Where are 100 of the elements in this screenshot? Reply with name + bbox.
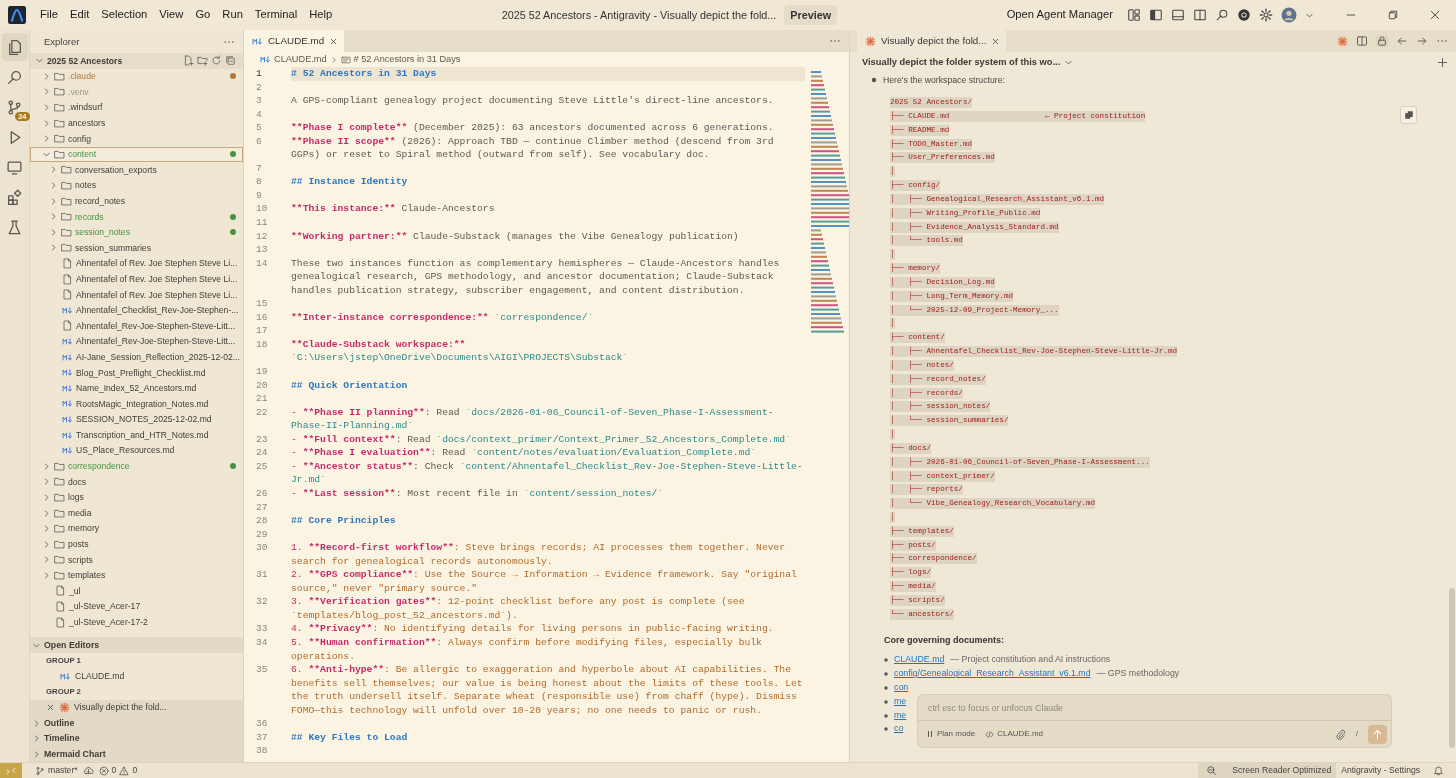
tree-item[interactable]: templates xyxy=(30,567,243,584)
close-icon[interactable] xyxy=(46,702,55,712)
tree-item[interactable]: media xyxy=(30,505,243,521)
menu-item[interactable]: Selection xyxy=(95,5,154,25)
settings-icon[interactable] xyxy=(1259,8,1273,22)
tree-item[interactable]: scripts xyxy=(30,552,243,568)
tree-item[interactable]: US_Place_Resources.md xyxy=(30,442,243,459)
tree-item[interactable]: Transcription_and_HTR_Notes.md xyxy=(30,427,243,443)
breadcrumb-item[interactable]: # 52 Ancestors in 31 Days xyxy=(353,54,461,65)
menu-item[interactable]: View xyxy=(153,5,190,25)
tree-item[interactable]: Ahnentafel_Checklist_Rev-Joe-Stephen-... xyxy=(30,302,243,319)
branch-icon[interactable] xyxy=(6,98,23,116)
collapse-icon[interactable] xyxy=(225,55,236,67)
tree-item[interactable]: Blog_Post_Preflight_Checklist.md xyxy=(30,364,243,381)
section-header[interactable]: Outline xyxy=(30,715,243,731)
new-file-icon[interactable] xyxy=(183,55,194,67)
agent-tab[interactable]: Visually depict the fold... xyxy=(857,30,1007,52)
document-link[interactable]: me xyxy=(894,708,907,723)
paperclip-icon[interactable] xyxy=(1334,728,1346,740)
menu-item[interactable]: Terminal xyxy=(248,5,304,25)
tree-item[interactable]: Ahnentafel of Rev. Joe Stephen Steve Li... xyxy=(30,271,243,287)
search-icon[interactable] xyxy=(1215,8,1229,22)
document-link[interactable]: CLAUDE.md xyxy=(894,653,945,668)
tree-item[interactable]: posts xyxy=(30,536,243,552)
menu-item[interactable]: Run xyxy=(216,5,249,25)
menu-item[interactable]: Go xyxy=(189,5,217,25)
tree-item[interactable]: record_notes xyxy=(30,193,243,209)
problems-status[interactable]: 0 0 xyxy=(93,762,143,778)
flask-icon[interactable] xyxy=(6,218,23,236)
status-item[interactable]: Antigravity - Settings xyxy=(1336,762,1425,778)
sidebar-toggle-icon[interactable] xyxy=(1149,8,1163,22)
files-icon[interactable] xyxy=(6,38,23,56)
split-view-icon[interactable] xyxy=(1193,8,1207,22)
arrow-left-icon[interactable] xyxy=(1396,35,1408,47)
tree-item[interactable]: session_summaries xyxy=(30,240,243,256)
extensions-icon[interactable] xyxy=(6,188,23,206)
tree-item[interactable]: .windsurf xyxy=(30,99,243,116)
section-header[interactable]: Mermaid Chart xyxy=(30,746,243,762)
prompt-field[interactable]: ctrl esc to focus or unfocus Claude xyxy=(917,694,1392,721)
browser-icon[interactable] xyxy=(1237,8,1251,22)
tree-item[interactable]: config xyxy=(30,130,243,147)
close-button[interactable] xyxy=(1429,9,1441,21)
tree-item[interactable]: docs xyxy=(30,474,243,490)
tree-item[interactable]: AI-Jane_Session_Reflection_2025-12-02... xyxy=(30,349,243,365)
bell-icon[interactable] xyxy=(1433,765,1444,776)
tree-item[interactable]: notes xyxy=(30,177,243,194)
scrollbar-thumb[interactable] xyxy=(1449,588,1455,749)
document-link[interactable]: co xyxy=(894,722,904,737)
mode-button[interactable]: Plan mode xyxy=(926,729,976,739)
tree-item[interactable]: Name_Index_52_Ancestors.md xyxy=(30,380,243,397)
avatar-icon[interactable] xyxy=(1281,7,1297,23)
conversation-title[interactable]: Visually depict the folder system of this wo... xyxy=(862,57,1061,69)
document-link[interactable]: me xyxy=(894,694,907,709)
tree-item[interactable]: Ahnentafel_Rev-Joe-Stephen-Steve-Litt... xyxy=(30,333,243,350)
document-link[interactable]: config/Genealogical_Research_Assistant_v6.1.md xyxy=(894,667,1091,681)
menu-item[interactable]: Help xyxy=(303,5,339,25)
sync-icon[interactable] xyxy=(82,765,94,776)
arrow-right-icon[interactable] xyxy=(1416,35,1428,47)
tree-item[interactable]: _ul xyxy=(30,583,243,599)
copy-button[interactable] xyxy=(1400,106,1417,125)
tree-item[interactable]: Ahnentafel_Rev-Joe-Stephen-Steve-Litt... xyxy=(30,318,243,334)
lock-icon[interactable] xyxy=(1376,35,1388,47)
tree-item[interactable]: _ul-Steve_Acer-17-2 xyxy=(30,614,243,630)
status-item[interactable]: Screen Reader Optimized xyxy=(1198,762,1337,778)
asterisk-icon[interactable] xyxy=(1337,35,1348,47)
refresh-icon[interactable] xyxy=(211,55,222,67)
tree-item[interactable]: Ahnentafel of Rev. Joe Stephen Steve Li... xyxy=(30,286,243,303)
menu-item[interactable]: File xyxy=(34,5,65,25)
restore-button[interactable] xyxy=(1387,9,1399,21)
close-icon[interactable] xyxy=(329,36,339,46)
new-folder-icon[interactable] xyxy=(197,55,208,67)
panel-toggle-icon[interactable] xyxy=(1171,8,1185,22)
section-header[interactable]: Open Editors xyxy=(30,637,243,653)
agent-manager-link[interactable]: Open Agent Manager xyxy=(1000,5,1119,25)
search-icon[interactable] xyxy=(6,68,23,86)
preview-button[interactable]: Preview xyxy=(784,4,838,26)
tree-item[interactable]: logs xyxy=(30,489,243,506)
tree-item[interactable]: RootsMagic_Integration_Notes.md xyxy=(30,396,243,412)
open-editor-item[interactable]: CLAUDE.md xyxy=(30,668,243,685)
line-number: 9 xyxy=(255,188,263,203)
tree-item[interactable]: conversation_exports xyxy=(30,162,243,178)
document-link[interactable]: con xyxy=(894,681,909,695)
tree-item[interactable]: _ul-Steve_Acer-17 xyxy=(30,598,243,615)
split-editor-icon[interactable] xyxy=(1356,35,1368,47)
markdown-icon xyxy=(62,382,73,394)
menu-item[interactable]: Edit xyxy=(64,5,96,25)
close-icon[interactable] xyxy=(991,36,1001,46)
tree-item[interactable]: Ahnentafel of Rev. Joe Stephen Steve Li... xyxy=(30,255,243,272)
slash-command-button[interactable]: / xyxy=(1355,729,1358,739)
layout-icon[interactable] xyxy=(1127,8,1141,22)
tree-item[interactable]: SESSION_NOTES_2025-12-02.md xyxy=(30,411,243,428)
branch-status[interactable]: master* xyxy=(30,762,83,778)
breadcrumb-item[interactable]: CLAUDE.md xyxy=(274,54,327,65)
tree-root[interactable]: 2025 52 Ancestors xyxy=(30,53,243,69)
tree-item[interactable]: memory xyxy=(30,520,243,537)
context-file-button[interactable]: CLAUDE.md xyxy=(985,729,1044,739)
plus-icon[interactable] xyxy=(1437,57,1448,69)
tree-item[interactable]: ancestors xyxy=(30,115,243,131)
editor-tab[interactable]: CLAUDE.md xyxy=(244,30,345,52)
open-editor-item[interactable]: Visually depict the fold... xyxy=(30,699,243,716)
